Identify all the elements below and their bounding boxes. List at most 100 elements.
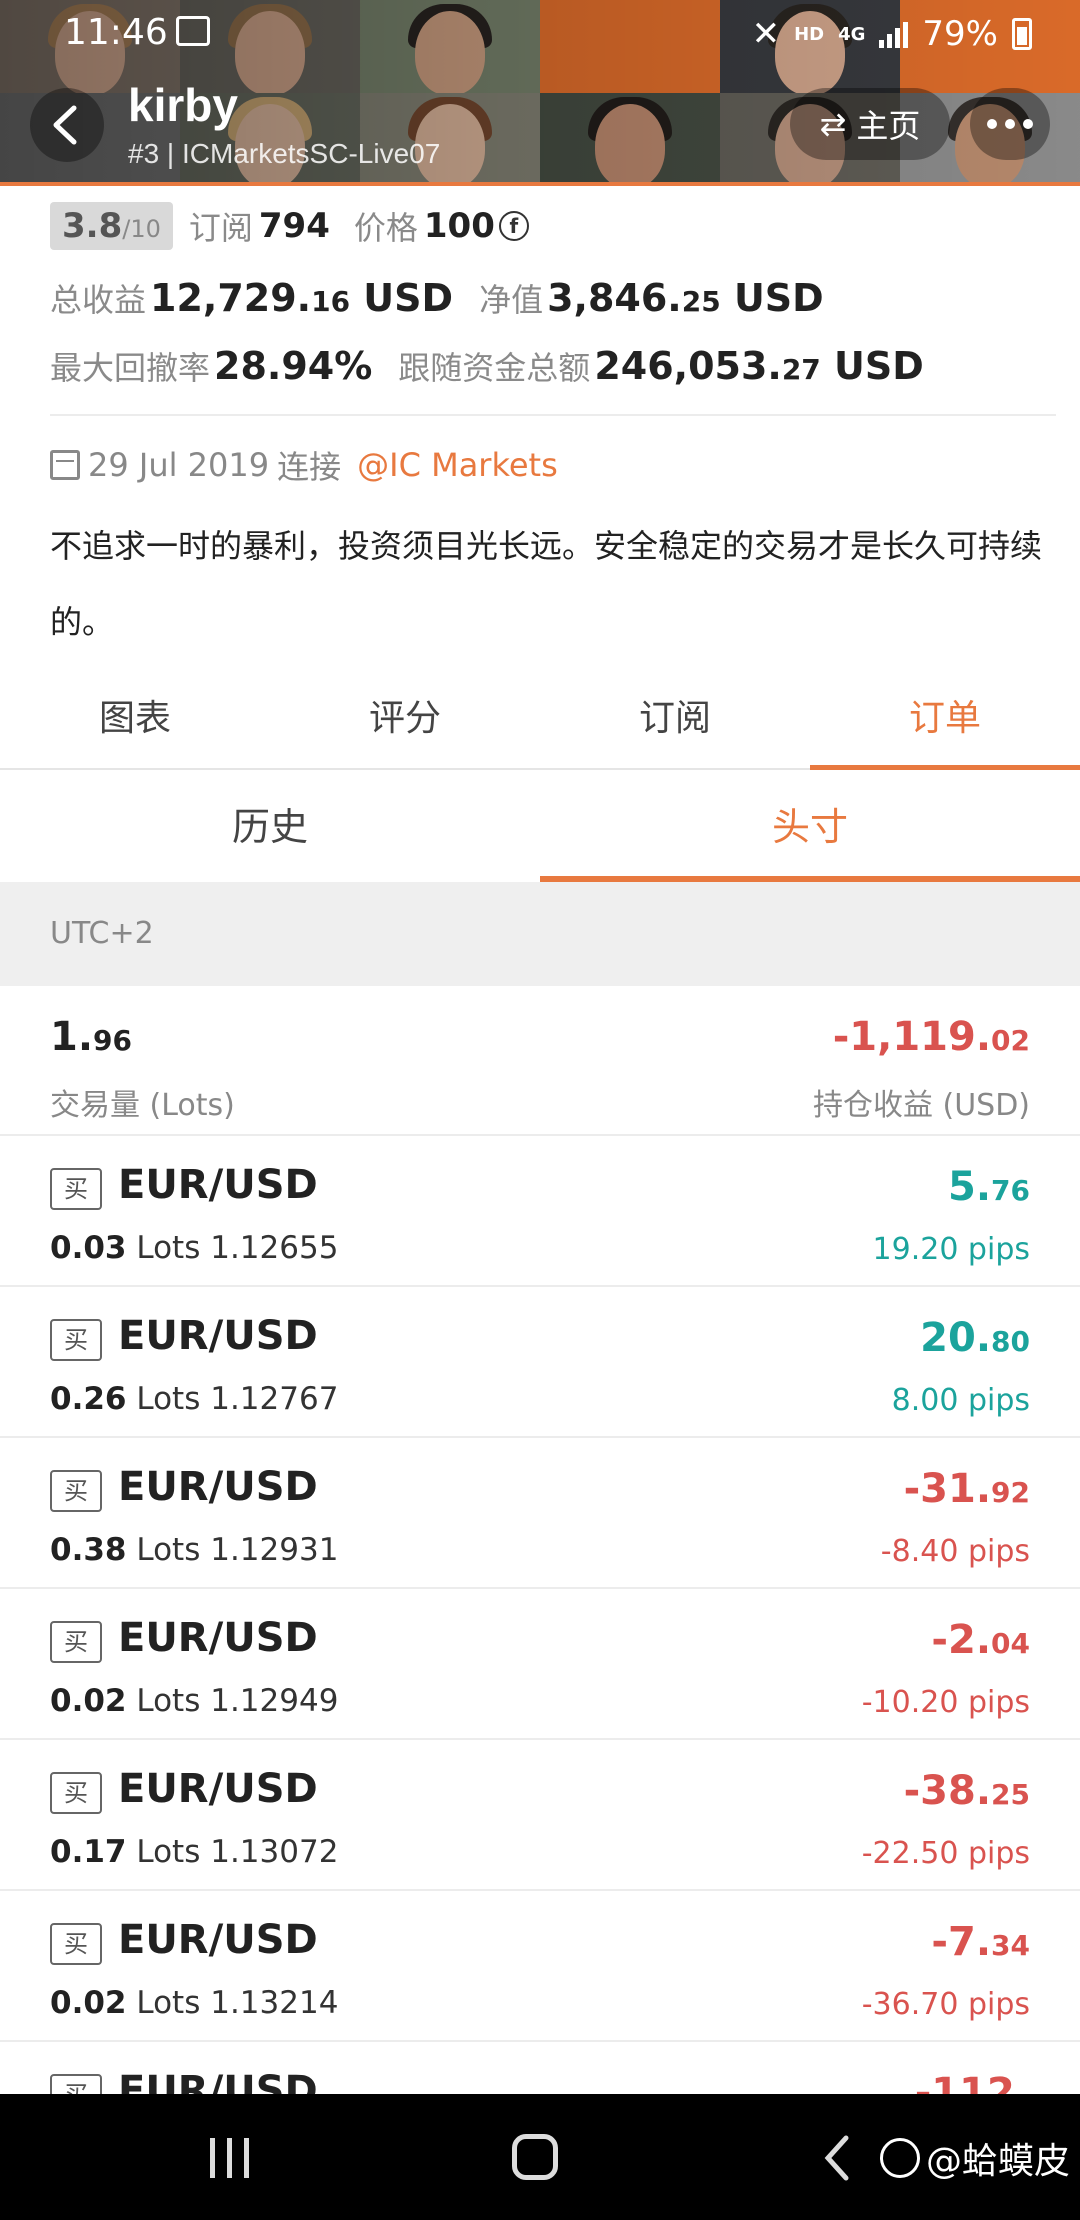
position-row[interactable]: 买 EUR/USD 0.38 Lots 1.12931 -31.92 -8.40… [0, 1438, 1080, 1589]
trader-stats: 3.8/10 订阅 794 价格 100 f 总收益 12,729.16 USD… [50, 198, 1050, 396]
home-button-label: 主页 [856, 107, 921, 145]
trader-name: kirby [128, 79, 238, 131]
order-subtabs: 历史 头寸 [0, 772, 1080, 882]
total-profit-value: 12,729.16 USD [150, 276, 454, 320]
follow-funds-label: 跟随资金总额 [398, 349, 591, 387]
rating-badge: 3.8/10 [50, 202, 173, 250]
position-row[interactable]: 买 EUR/USD 0.02 Lots 1.12949 -2.04 -10.20… [0, 1589, 1080, 1740]
positions-summary: 1.96 交易量 (Lots) -1,119.02 持仓收益 (USD) [0, 986, 1080, 1136]
position-pips: -8.40 pips [880, 1534, 1030, 1569]
calendar-icon [50, 450, 80, 480]
home-button[interactable]: ⇄ 主页 [790, 88, 950, 160]
position-row[interactable]: 买 EUR/USD -112. [0, 2042, 1080, 2102]
position-pips: 8.00 pips [891, 1383, 1030, 1418]
buy-badge: 买 [50, 1470, 102, 1512]
max-drawdown-value: 28.94% [214, 344, 373, 388]
position-symbol: EUR/USD [118, 1917, 318, 1963]
position-symbol: EUR/USD [118, 1615, 318, 1661]
subtab-positions[interactable]: 头寸 [540, 772, 1080, 882]
position-symbol: EUR/USD [118, 1464, 318, 1510]
position-symbol: EUR/USD [118, 1313, 318, 1359]
position-list: 买 EUR/USD 0.03 Lots 1.12655 5.76 19.20 p… [0, 1136, 1080, 2102]
watermark-text: @蛤蟆皮 [926, 2141, 1071, 2182]
tab-chart[interactable]: 图表 [0, 680, 270, 768]
buy-badge: 买 [50, 1168, 102, 1210]
position-profit: -38.25 [903, 1768, 1030, 1814]
subscribe-count: 794 [258, 206, 330, 246]
tab-rating[interactable]: 评分 [270, 680, 540, 768]
status-time: 11:46 [64, 12, 168, 53]
gallery-notification-icon [176, 16, 210, 46]
floating-pl: -1,119.02 [832, 1014, 1030, 1060]
swap-icon: ⇄ [819, 105, 847, 143]
position-pips: -22.50 pips [861, 1836, 1030, 1871]
battery-icon [1012, 18, 1032, 50]
position-row[interactable]: 买 EUR/USD 0.17 Lots 1.13072 -38.25 -22.5… [0, 1740, 1080, 1891]
follow-funds-value: 246,053.27 USD [594, 344, 924, 388]
battery-percent: 79% [922, 14, 998, 54]
position-profit: -31.92 [903, 1466, 1030, 1512]
broker-link[interactable]: @IC Markets [357, 446, 558, 484]
equity-value: 3,846.25 USD [547, 276, 824, 320]
more-dots-icon [987, 119, 997, 129]
position-row[interactable]: 买 EUR/USD 0.02 Lots 1.13214 -7.34 -36.70… [0, 1891, 1080, 2042]
position-pips: -36.70 pips [861, 1987, 1030, 2022]
floating-pl-label: 持仓收益 (USD) [812, 1088, 1030, 1123]
position-row[interactable]: 买 EUR/USD 0.03 Lots 1.12655 5.76 19.20 p… [0, 1136, 1080, 1287]
position-profit: -7.34 [931, 1919, 1030, 1965]
coin-icon: f [498, 211, 529, 241]
tab-orders[interactable]: 订单 [810, 680, 1080, 770]
position-profit: 5.76 [948, 1164, 1030, 1210]
position-pips: -10.20 pips [861, 1685, 1030, 1720]
position-row[interactable]: 买 EUR/USD 0.26 Lots 1.12767 20.80 8.00 p… [0, 1287, 1080, 1438]
network-type: 4G [838, 23, 866, 45]
hd-badge: HD [794, 23, 825, 45]
buy-badge: 买 [50, 1319, 102, 1361]
price-label: 价格 [353, 209, 418, 247]
watermark: @蛤蟆皮 [880, 2132, 1070, 2184]
trader-account: #3 | ICMarketsSC-Live07 [128, 138, 441, 169]
mute-icon: ✕ [751, 14, 781, 54]
signal-icon [879, 20, 909, 48]
buy-badge: 买 [50, 1621, 102, 1663]
position-profit: 20.80 [920, 1315, 1030, 1361]
trader-bio: 不追求一时的暴利，投资须目光长远。安全稳定的交易才是长久可持续的。 [50, 527, 1043, 641]
tab-subscribe[interactable]: 订阅 [540, 680, 810, 768]
more-button[interactable] [970, 88, 1050, 160]
position-meta: 0.26 Lots 1.12767 [50, 1381, 339, 1417]
buy-badge: 买 [50, 1923, 102, 1965]
home-nav-button[interactable] [512, 2134, 558, 2180]
position-symbol: EUR/USD [118, 1766, 318, 1812]
profile-header: 11:46 ✕ HD 4G 79% kirby #3 | ICMarketsSC… [0, 0, 1080, 186]
chevron-left-icon [53, 105, 77, 145]
connect-info: 29 Jul 2019 连接 @IC Markets [50, 442, 558, 488]
connect-date: 29 Jul 2019 [88, 446, 270, 484]
position-meta: 0.38 Lots 1.12931 [50, 1532, 339, 1568]
timezone-label: UTC+2 [0, 882, 1080, 986]
back-nav-button[interactable] [822, 2134, 852, 2182]
status-bar: 11:46 ✕ HD 4G 79% [0, 0, 1080, 66]
subscribe-label: 订阅 [188, 209, 253, 247]
system-nav-bar: @蛤蟆皮 [0, 2094, 1080, 2220]
subtab-history[interactable]: 历史 [0, 772, 540, 882]
position-meta: 0.17 Lots 1.13072 [50, 1834, 339, 1870]
recent-apps-button[interactable] [210, 2138, 249, 2178]
equity-label: 净值 [479, 281, 544, 319]
total-lots: 1.96 [50, 1014, 132, 1060]
main-tabs: 图表 评分 订阅 订单 [0, 680, 1080, 770]
position-symbol: EUR/USD [118, 1162, 318, 1208]
position-meta: 0.02 Lots 1.12949 [50, 1683, 339, 1719]
weibo-logo-icon [880, 2138, 920, 2178]
max-drawdown-label: 最大回撤率 [50, 349, 211, 387]
back-button[interactable] [30, 88, 104, 162]
connect-label: 连接 [277, 448, 342, 486]
position-meta: 0.02 Lots 1.13214 [50, 1985, 339, 2021]
position-profit: -2.04 [931, 1617, 1030, 1663]
total-lots-label: 交易量 (Lots) [50, 1088, 235, 1123]
price-value: 100 [423, 206, 495, 246]
position-pips: 19.20 pips [872, 1232, 1030, 1267]
buy-badge: 买 [50, 1772, 102, 1814]
position-meta: 0.03 Lots 1.12655 [50, 1230, 339, 1266]
divider [50, 414, 1056, 416]
total-profit-label: 总收益 [50, 281, 147, 319]
